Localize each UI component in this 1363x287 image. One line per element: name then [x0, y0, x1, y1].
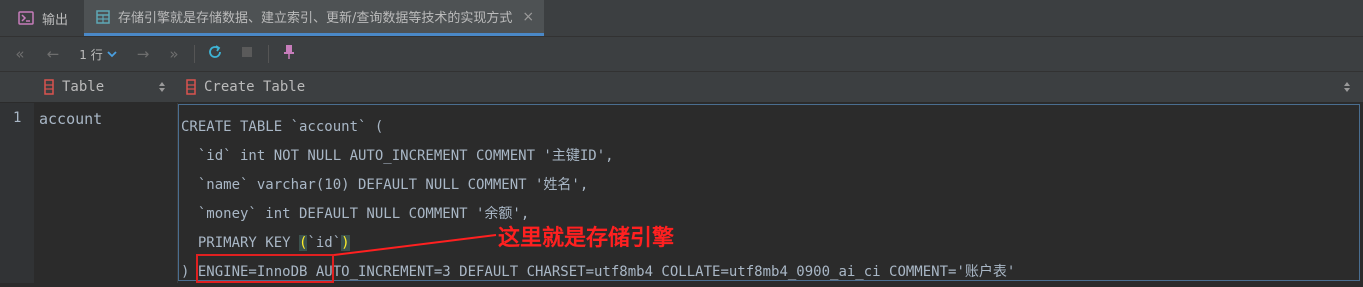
tab-table-label: 存储引擎就是存储数据、建立索引、更新/查询数据等技术的实现方式: [118, 11, 513, 26]
table-grid-icon: [96, 9, 110, 24]
close-icon[interactable]: ×: [522, 9, 534, 25]
prev-page-button[interactable]: ←: [42, 37, 64, 71]
sql-line: `name` varchar(10) DEFAULT NULL COMMENT …: [181, 177, 589, 193]
sql-fragment: PRIMARY KEY: [181, 235, 300, 251]
refresh-icon: [207, 44, 223, 64]
next-page-button[interactable]: →: [132, 37, 154, 71]
column-icon: [44, 79, 54, 95]
rows-label: 1 行: [79, 47, 103, 62]
last-page-button[interactable]: »: [164, 37, 184, 71]
result-toolbar: « ← 1 行 → »: [0, 37, 1363, 72]
rows-selector[interactable]: 1 行: [74, 37, 122, 71]
first-page-button[interactable]: «: [10, 37, 30, 71]
console-icon: [18, 11, 34, 25]
column-header-table[interactable]: Table: [44, 72, 104, 102]
column-icon: [186, 79, 196, 95]
tab-bar: 输出 存储引擎就是存储数据、建立索引、更新/查询数据等技术的实现方式 ×: [0, 0, 1363, 37]
tab-output-label: 输出: [42, 12, 69, 28]
row-number: 1: [13, 110, 22, 126]
sql-line: CREATE TABLE `account` (: [181, 119, 384, 135]
stop-icon: [240, 45, 254, 63]
sort-icon[interactable]: [1343, 72, 1351, 102]
column-header-table-label: Table: [62, 79, 105, 95]
toolbar-divider: [268, 45, 269, 63]
toolbar-divider: [194, 45, 195, 63]
cell-table-name[interactable]: account: [39, 110, 102, 128]
row-gutter: 1: [0, 103, 34, 283]
pin-button[interactable]: [278, 37, 300, 71]
refresh-button[interactable]: [204, 37, 226, 71]
annotation-label: 这里就是存储引擎: [498, 226, 675, 251]
engine-highlight-box: [196, 254, 334, 283]
pin-icon: [282, 44, 296, 64]
column-header-create-table-label: Create Table: [204, 79, 306, 95]
tab-output[interactable]: 输出: [18, 0, 68, 36]
annotation-arrow: [333, 234, 497, 256]
column-header-create-table[interactable]: Create Table: [186, 72, 305, 102]
stop-button[interactable]: [236, 37, 258, 71]
sql-line: `id` int NOT NULL AUTO_INCREMENT COMMENT…: [181, 148, 614, 164]
grid-header: Table Create Table: [0, 72, 1363, 102]
sort-icon[interactable]: [158, 72, 166, 102]
chevron-down-icon: [107, 47, 117, 61]
table-row[interactable]: account: [34, 103, 178, 283]
tab-table-result[interactable]: 存储引擎就是存储数据、建立索引、更新/查询数据等技术的实现方式 ×: [84, 0, 545, 36]
